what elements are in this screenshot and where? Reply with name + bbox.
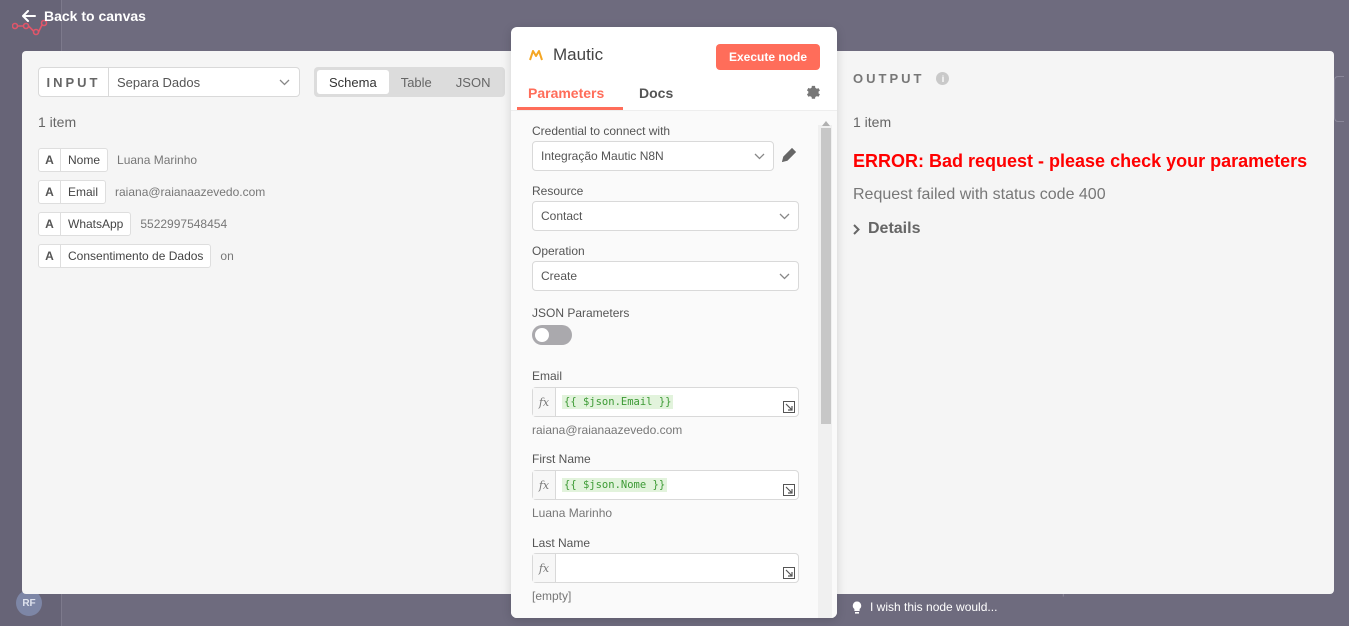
fx-icon: fx xyxy=(533,554,556,582)
schema-row: A Email raiana@raianaazevedo.com xyxy=(38,180,265,204)
gear-icon[interactable] xyxy=(805,85,820,100)
field-name: WhatsApp xyxy=(68,217,124,231)
email-expression-input[interactable]: fx {{ $json.Email }} xyxy=(532,387,799,417)
operation-value: Create xyxy=(541,269,578,283)
parameters-panel: Credential to connect with Integração Ma… xyxy=(511,110,837,618)
last-name-expression-input[interactable]: fx xyxy=(532,553,799,583)
schema-row: A WhatsApp 5522997548454 xyxy=(38,212,265,236)
error-message: Request failed with status code 400 xyxy=(853,186,1106,203)
field-name: Email xyxy=(68,185,99,199)
view-schema-button[interactable]: Schema xyxy=(317,70,389,94)
node-settings-dialog: Mautic Execute node Parameters Docs Cred… xyxy=(511,27,837,618)
expand-icon[interactable] xyxy=(783,484,795,496)
input-header: INPUT Separa Dados Schema Table JSON xyxy=(38,67,506,97)
field-name: Nome xyxy=(68,153,101,167)
lightbulb-icon xyxy=(852,601,862,614)
chevron-right-icon xyxy=(853,223,860,235)
chevron-down-icon xyxy=(754,153,765,159)
field-value: Luana Marinho xyxy=(117,153,198,167)
input-label: INPUT xyxy=(39,68,109,96)
edit-credential-icon[interactable] xyxy=(781,147,797,163)
first-name-expression: {{ $json.Nome }} xyxy=(562,478,668,492)
feedback-label: I wish this node would... xyxy=(870,600,998,614)
chevron-down-icon xyxy=(279,79,290,85)
fx-icon: fx xyxy=(533,471,556,499)
schema-field-chip[interactable]: A WhatsApp xyxy=(38,212,132,236)
output-item-count: 1 item xyxy=(853,114,892,130)
field-value: 5522997548454 xyxy=(140,217,228,231)
operation-select[interactable]: Create xyxy=(532,261,799,291)
resource-label: Resource xyxy=(532,184,584,198)
schema-row: A Consentimento de Dados on xyxy=(38,244,265,268)
first-name-label: First Name xyxy=(532,452,591,466)
credential-label: Credential to connect with xyxy=(532,124,671,138)
credential-value: Integração Mautic N8N xyxy=(541,149,664,163)
email-label: Email xyxy=(532,369,563,383)
fx-icon: fx xyxy=(533,388,556,416)
operation-label: Operation xyxy=(532,244,585,258)
schema-row: A Nome Luana Marinho xyxy=(38,148,265,172)
tab-parameters[interactable]: Parameters xyxy=(528,85,604,101)
last-name-preview: [empty] xyxy=(532,589,572,603)
first-name-preview: Luana Marinho xyxy=(532,506,613,520)
field-value: on xyxy=(220,249,234,263)
chevron-down-icon xyxy=(779,273,790,279)
string-type-icon: A xyxy=(39,149,61,171)
json-parameters-toggle[interactable] xyxy=(532,325,572,345)
json-parameters-label: JSON Parameters xyxy=(532,306,630,320)
tab-docs[interactable]: Docs xyxy=(639,85,673,101)
input-node-select[interactable]: INPUT Separa Dados xyxy=(38,67,300,97)
details-toggle[interactable]: Details xyxy=(853,220,920,238)
node-name[interactable]: Mautic xyxy=(553,45,603,65)
resource-value: Contact xyxy=(541,209,583,223)
schema-field-chip[interactable]: A Nome xyxy=(38,148,109,172)
string-type-icon: A xyxy=(39,181,61,203)
back-label: Back to canvas xyxy=(44,8,146,24)
arrow-left-icon xyxy=(22,10,36,22)
email-preview: raiana@raianaazevedo.com xyxy=(532,423,683,437)
node-tabs: Parameters Docs xyxy=(511,81,837,110)
output-header: OUTPUT i xyxy=(853,71,950,86)
error-title: ERROR: Bad request - please check your p… xyxy=(853,151,1308,171)
chevron-down-icon xyxy=(779,213,790,219)
view-json-button[interactable]: JSON xyxy=(444,70,503,94)
execute-node-button[interactable]: Execute node xyxy=(716,44,820,70)
field-name: Consentimento de Dados xyxy=(68,249,204,263)
last-name-label: Last Name xyxy=(532,536,591,550)
string-type-icon: A xyxy=(39,213,61,235)
scrollbar-thumb[interactable] xyxy=(821,128,831,424)
first-name-expression-input[interactable]: fx {{ $json.Nome }} xyxy=(532,470,799,500)
view-switcher: Schema Table JSON xyxy=(314,67,506,97)
mautic-icon xyxy=(529,50,543,61)
details-label: Details xyxy=(868,220,921,237)
expand-icon[interactable] xyxy=(783,401,795,413)
info-icon[interactable]: i xyxy=(936,72,950,85)
credential-select[interactable]: Integração Mautic N8N xyxy=(532,141,774,171)
view-table-button[interactable]: Table xyxy=(389,70,444,94)
field-value: raiana@raianaazevedo.com xyxy=(115,185,266,199)
resource-select[interactable]: Contact xyxy=(532,201,799,231)
feedback-link[interactable]: I wish this node would... xyxy=(852,600,997,614)
string-type-icon: A xyxy=(39,245,61,267)
schema-field-chip[interactable]: A Consentimento de Dados xyxy=(38,244,212,268)
node-title: Mautic xyxy=(529,45,603,65)
input-schema: A Nome Luana Marinho A Email raiana@raiana… xyxy=(38,148,265,276)
input-node-name: Separa Dados xyxy=(117,74,201,90)
back-to-canvas-button[interactable]: Back to canvas xyxy=(22,6,146,26)
input-item-count: 1 item xyxy=(38,114,77,130)
email-expression: {{ $json.Email }} xyxy=(562,395,674,409)
schema-field-chip[interactable]: A Email xyxy=(38,180,107,204)
output-label: OUTPUT xyxy=(853,71,925,86)
expand-icon[interactable] xyxy=(783,567,795,579)
background-element xyxy=(1334,76,1344,122)
